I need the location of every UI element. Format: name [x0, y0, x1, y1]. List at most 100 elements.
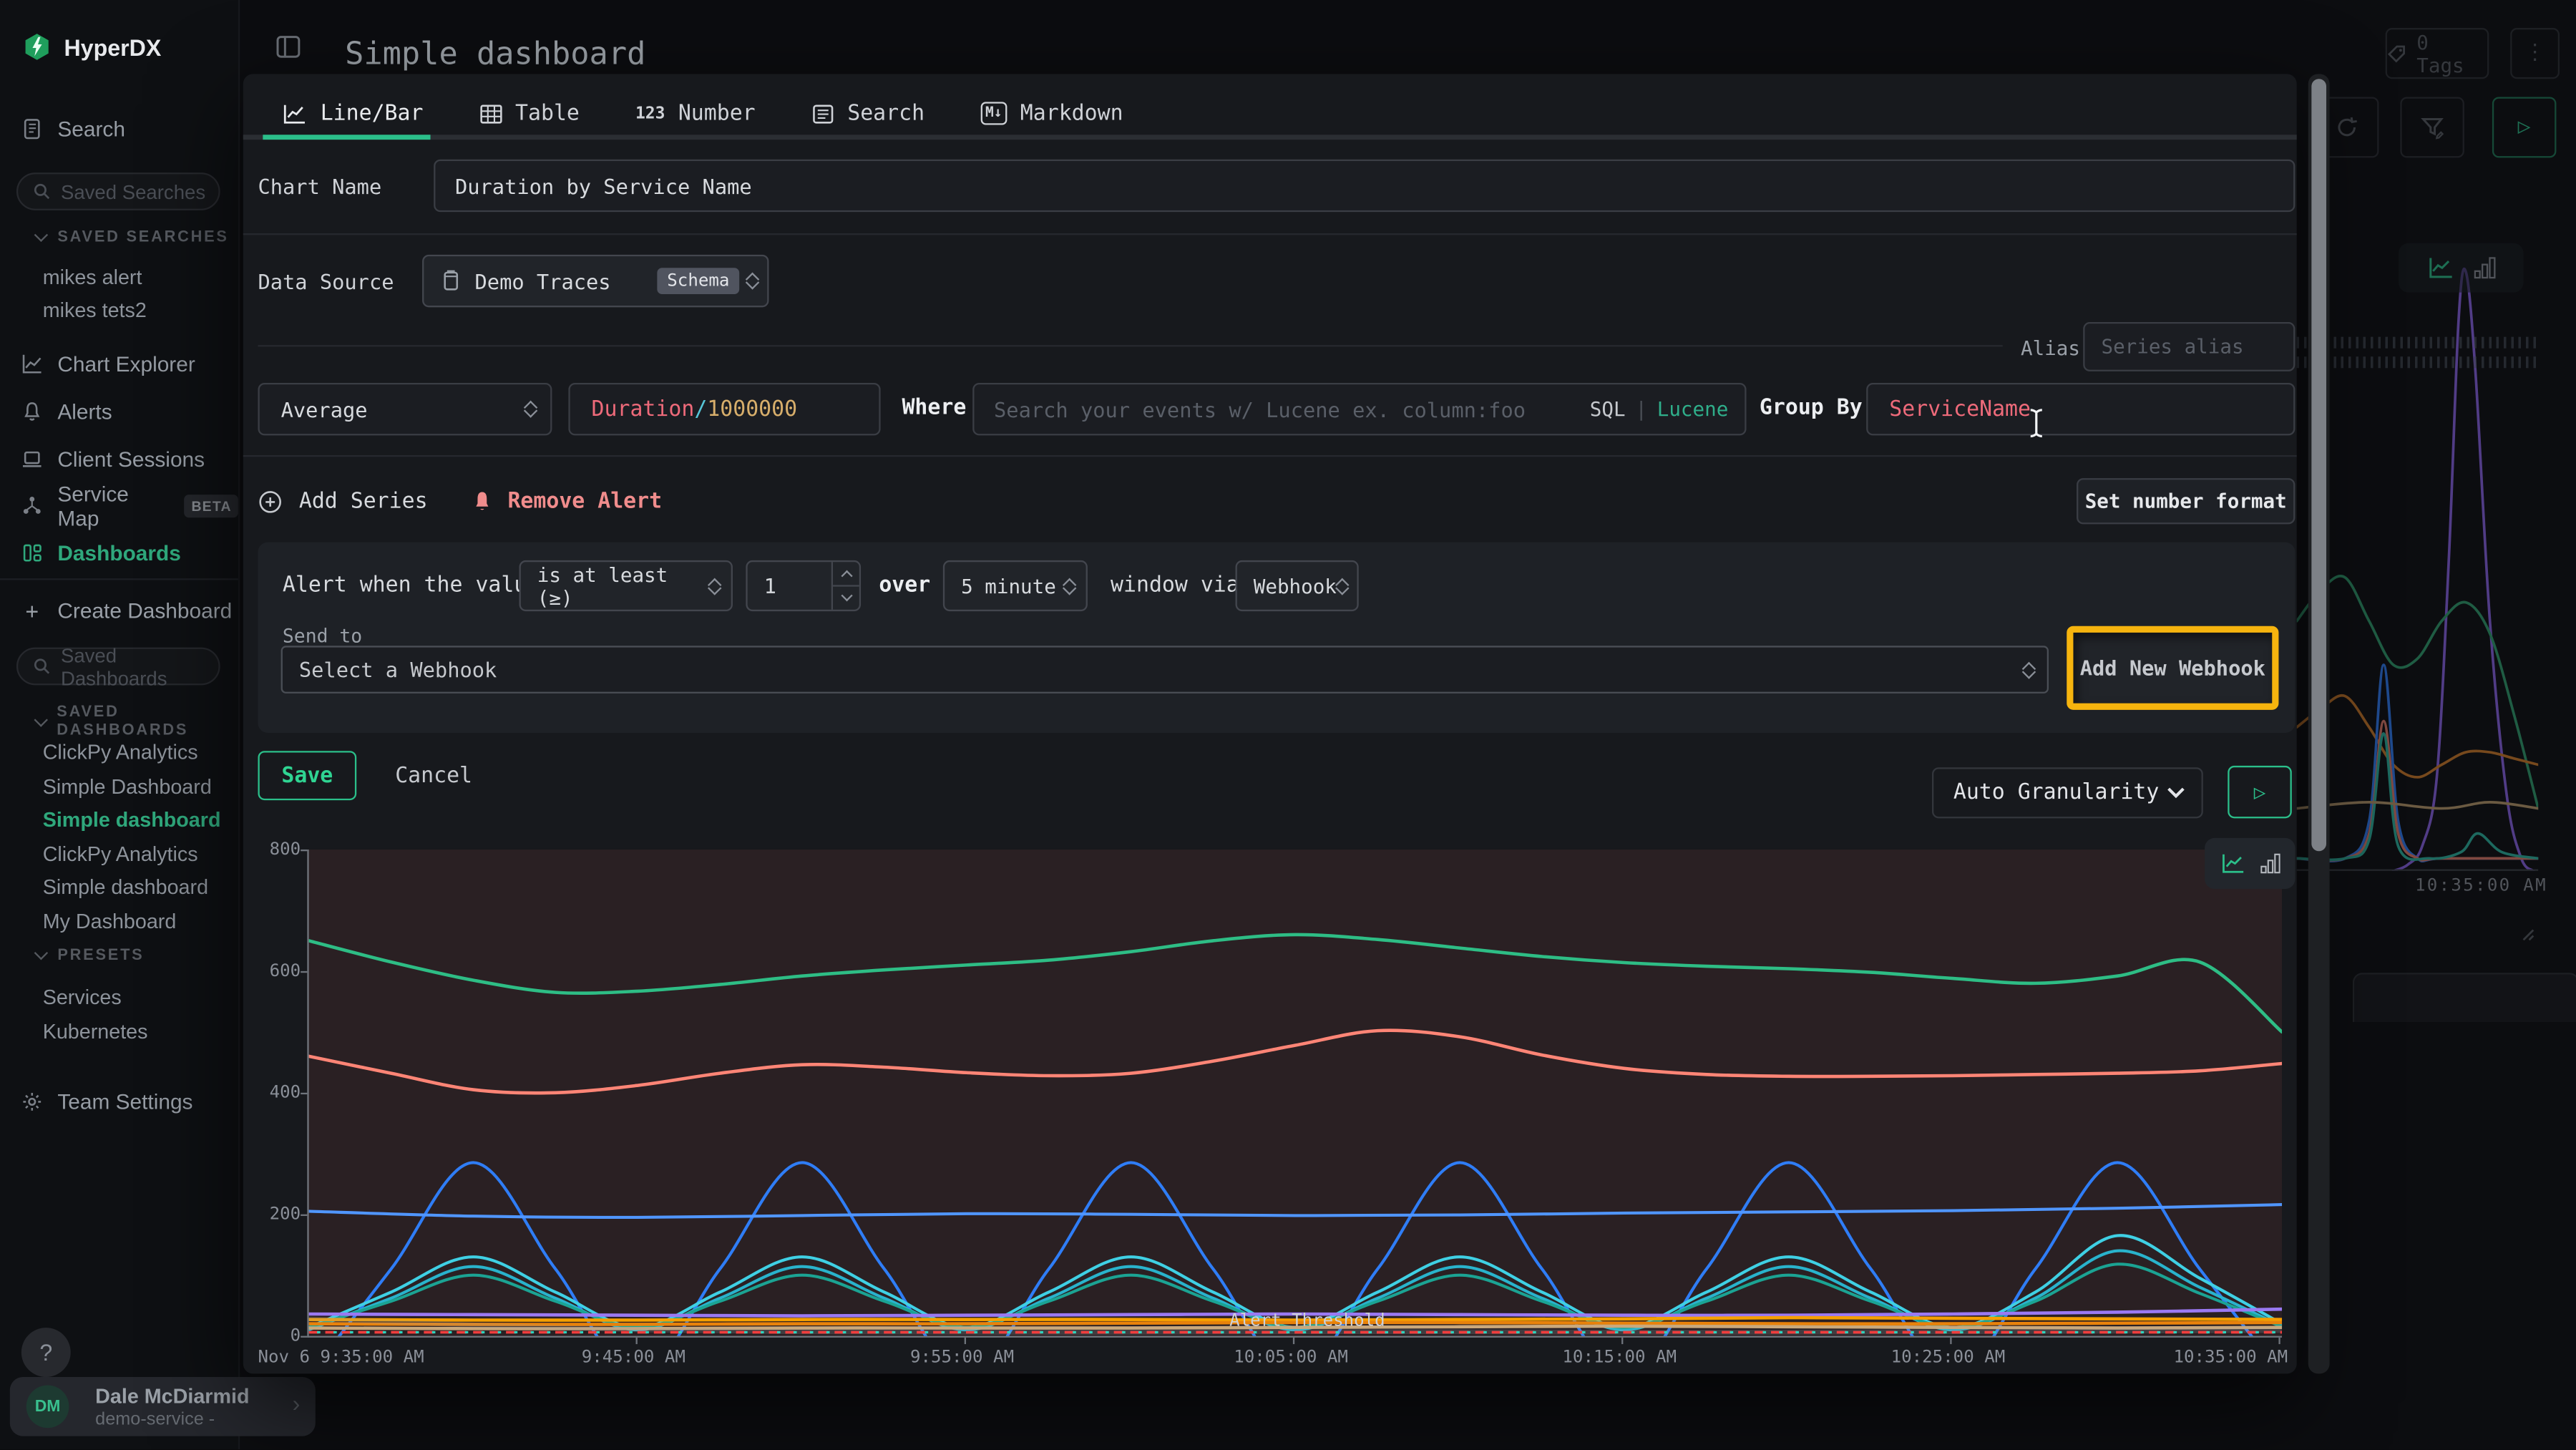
alert-channel-select[interactable]: Webhook — [1236, 560, 1359, 611]
play-icon: ▷ — [2518, 115, 2531, 140]
tab-search[interactable]: Search — [811, 101, 924, 125]
alias-input[interactable]: Series alias — [2083, 322, 2295, 371]
alert-bell-icon — [472, 489, 493, 513]
chart-plot-area: Alert Threshold — [307, 850, 2282, 1338]
sidebar-item-alerts[interactable]: Alerts — [0, 396, 238, 427]
alert-panel: Alert when the value is at least (≥) 1 o… — [258, 542, 2295, 733]
dashboard-item[interactable]: ClickPy Analytics — [43, 736, 198, 768]
presets-section[interactable]: PRESETS — [36, 946, 145, 964]
where-label: Where — [902, 396, 966, 420]
aggregation-select[interactable]: Average — [258, 383, 552, 435]
kebab-menu-button[interactable]: ⋮ — [2510, 28, 2560, 79]
kebab-icon: ⋮ — [2524, 41, 2546, 65]
run-query-button[interactable]: ▷ — [2492, 97, 2557, 157]
filter-button[interactable] — [2400, 97, 2464, 157]
tab-table[interactable]: Table — [479, 101, 580, 125]
add-series-button[interactable]: Add Series — [258, 480, 427, 522]
brand[interactable]: HyperDX — [23, 33, 161, 61]
chevron-down-icon — [2167, 787, 2185, 799]
select-chevrons-icon — [526, 403, 536, 416]
number-stepper[interactable] — [831, 562, 859, 610]
bar-chart-icon[interactable] — [2260, 853, 2280, 875]
alert-value-input[interactable]: 1 — [746, 560, 861, 611]
x-tick-label: 10:25:00 AM — [1891, 1348, 2006, 1368]
plus-circle-icon — [258, 489, 282, 513]
bg-chart-type-toggle[interactable] — [2399, 243, 2523, 293]
lucene-toggle[interactable]: Lucene — [1657, 398, 1729, 421]
remove-alert-button[interactable]: Remove Alert — [472, 480, 662, 522]
line-chart-icon[interactable] — [2220, 853, 2245, 875]
saved-search-item[interactable]: mikes alert — [43, 261, 142, 293]
stepper-up-icon[interactable] — [833, 562, 859, 586]
saved-dashboards-input[interactable]: Saved Dashboards — [16, 648, 220, 686]
save-button[interactable]: Save — [258, 751, 356, 800]
help-button[interactable]: ? — [21, 1328, 71, 1377]
formula-input[interactable]: Duration/1000000 — [568, 383, 880, 435]
webhook-select[interactable]: Select a Webhook — [281, 646, 2049, 694]
sql-toggle[interactable]: SQL — [1590, 398, 1626, 421]
chart-name-input[interactable]: Duration by Service Name — [434, 160, 2295, 212]
sidebar-item-search[interactable]: Search — [0, 113, 238, 145]
add-new-webhook-button[interactable]: Add New Webhook — [2067, 626, 2278, 710]
dashboard-item[interactable]: Simple dashboard — [43, 871, 208, 902]
sidebar-item-client-sessions[interactable]: Client Sessions — [0, 444, 238, 475]
chart-explorer-icon — [21, 354, 43, 375]
select-chevrons-icon — [748, 274, 758, 287]
tab-bar: Line/Bar Table 123 Number Search M↓ Ma — [283, 90, 1123, 136]
chart-name-label: Chart Name — [258, 174, 381, 198]
webhook-placeholder: Select a Webhook — [299, 657, 497, 681]
sidebar-item-dashboards[interactable]: Dashboards — [0, 537, 238, 569]
create-dashboard-button[interactable]: + Create Dashboard — [0, 595, 238, 626]
sidebar-item-service-map[interactable]: Service Map BETA — [0, 490, 238, 521]
sidebar-toggle-button[interactable] — [276, 34, 301, 66]
sidebar-item-team-settings[interactable]: Team Settings — [0, 1086, 238, 1118]
dashboards-icon — [21, 542, 43, 564]
alert-window-select[interactable]: 5 minute — [943, 560, 1088, 611]
data-source-label: Data Source — [258, 270, 394, 294]
user-subtitle: demo-service - — [95, 1410, 215, 1430]
y-tick-label: 200 — [251, 1205, 301, 1225]
chart-type-toggle[interactable] — [2205, 838, 2295, 889]
beta-badge: BETA — [185, 494, 238, 517]
saved-dashboards-placeholder: Saved Dashboards — [61, 643, 218, 689]
saved-search-item[interactable]: mikes tets2 — [43, 294, 147, 326]
bar-chart-icon[interactable] — [2474, 256, 2495, 279]
data-source-select[interactable]: Demo Traces Schema — [422, 255, 769, 307]
alert-condition-select[interactable]: is at least (≥) — [519, 560, 733, 611]
tab-markdown[interactable]: M↓ Markdown — [980, 101, 1123, 125]
granularity-select[interactable]: Auto Granularity — [1932, 767, 2203, 818]
stepper-down-icon[interactable] — [833, 587, 859, 610]
line-chart-icon[interactable] — [2427, 256, 2454, 279]
dashboard-item[interactable]: ClickPy Analytics — [43, 838, 198, 870]
dashboard-item-active[interactable]: Simple dashboard — [43, 804, 221, 835]
dashboard-item[interactable]: My Dashboard — [43, 905, 177, 937]
where-search-input[interactable]: Search your events w/ Lucene ex. column:… — [972, 383, 1746, 435]
group-by-input[interactable]: ServiceName — [1866, 383, 2295, 435]
resize-handle-icon[interactable] — [2519, 925, 2535, 942]
sidebar-item-chart-explorer[interactable]: Chart Explorer — [0, 349, 238, 380]
search-icon — [33, 183, 51, 200]
dashboard-item[interactable]: Simple Dashboard — [43, 771, 212, 802]
preset-item[interactable]: Services — [43, 981, 122, 1013]
select-chevrons-icon — [1065, 579, 1075, 592]
preset-item[interactable]: Kubernetes — [43, 1016, 148, 1047]
saved-dashboards-section[interactable]: SAVED DASHBOARDS — [36, 704, 238, 740]
plus-icon: + — [21, 600, 43, 621]
chart-play-button[interactable]: ▷ — [2228, 766, 2292, 818]
cancel-button[interactable]: Cancel — [374, 751, 492, 800]
modal-scrollbar-thumb[interactable] — [2311, 79, 2326, 851]
set-number-format-button[interactable]: Set number format — [2077, 478, 2295, 524]
page-title: Simple dashboard — [345, 37, 645, 73]
saved-searches-input[interactable]: Saved Searches — [16, 172, 220, 210]
saved-searches-placeholder: Saved Searches — [61, 180, 205, 203]
tab-line-bar[interactable]: Line/Bar — [283, 101, 424, 125]
x-tick-label: 9:45:00 AM — [582, 1348, 686, 1368]
saved-searches-section[interactable]: SAVED SEARCHES — [36, 228, 229, 246]
markdown-icon: M↓ — [980, 102, 1007, 125]
laptop-icon — [21, 449, 43, 470]
user-card[interactable]: DM Dale McDiarmid demo-service - › — [10, 1377, 316, 1436]
tags-button[interactable]: 0 Tags — [2386, 28, 2489, 79]
x-tick-label: 9:55:00 AM — [910, 1348, 1014, 1368]
alert-prefix: Alert when the value — [283, 573, 540, 598]
tab-number[interactable]: 123 Number — [635, 101, 756, 125]
